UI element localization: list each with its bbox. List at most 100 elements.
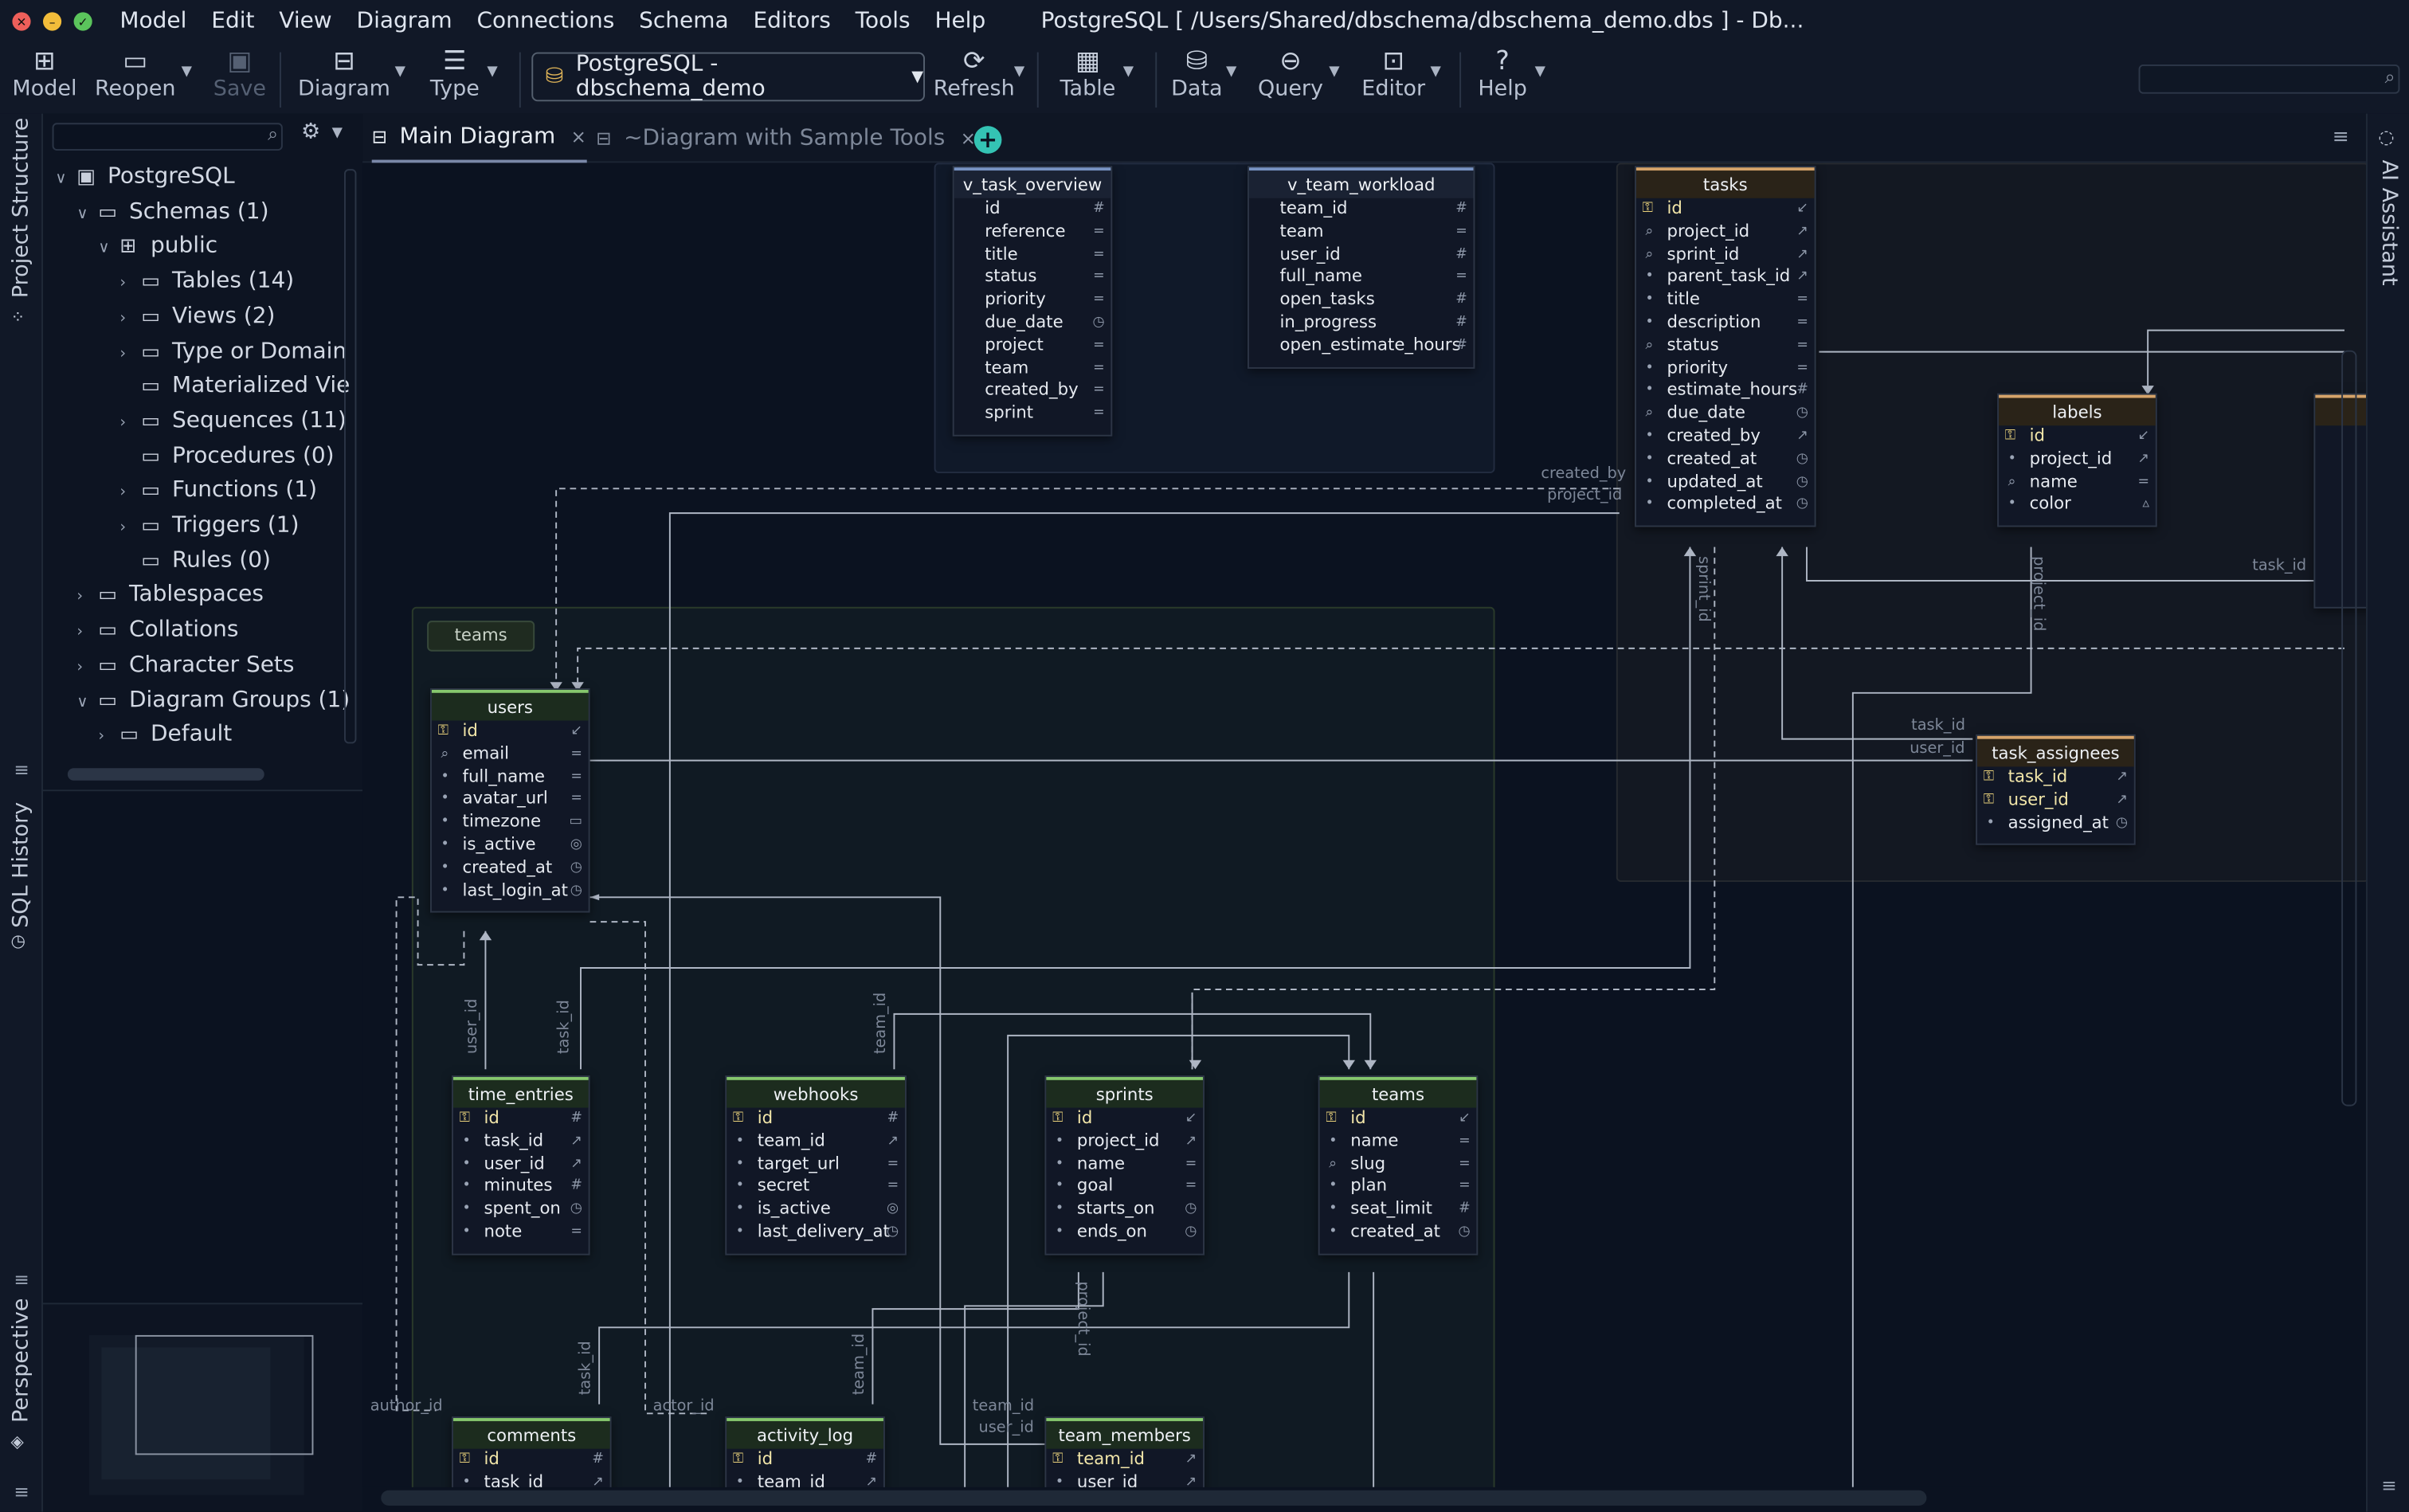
menu-connections[interactable]: Connections bbox=[476, 10, 614, 34]
entity-column[interactable]: • timezone ▭ bbox=[432, 812, 589, 835]
entity-column[interactable]: title = bbox=[954, 244, 1111, 267]
tree-arrow-icon[interactable]: ∨ bbox=[55, 163, 76, 196]
type-button[interactable]: ☰ Type bbox=[427, 43, 482, 114]
tree-item[interactable]: › ▭ Sequences (11) bbox=[119, 404, 346, 437]
entity-column[interactable]: • spent_on ◷ bbox=[453, 1199, 589, 1222]
query-dropdown-icon[interactable]: ▼ bbox=[1329, 65, 1339, 80]
tree-arrow-icon[interactable]: ∨ bbox=[98, 233, 119, 266]
entity-column[interactable]: team = bbox=[954, 358, 1111, 381]
refresh-button[interactable]: ⟳ Refresh bbox=[931, 43, 1017, 114]
tab-sample-tools[interactable]: ⊟ ~Diagram with Sample Tools × bbox=[596, 114, 976, 163]
entity-column[interactable]: ⌕ project_id ↗ bbox=[1636, 221, 1815, 244]
entity-teams[interactable]: teams ⚿ id ↙ • name = ⌕ slug = • plan = • seat_limit #… bbox=[1318, 1075, 1479, 1255]
entity-column[interactable]: ⌕ sprint_id ↗ bbox=[1636, 244, 1815, 267]
tree-item[interactable]: ▭ Procedures (0) bbox=[119, 439, 334, 472]
entity-column[interactable]: full_name = bbox=[1249, 266, 1474, 289]
entity-column[interactable]: team = bbox=[1249, 221, 1474, 244]
entity-webhooks[interactable]: webhooks ⚿ id # • team_id ↗ • target_url = • secre… bbox=[725, 1075, 907, 1255]
model-button[interactable]: ⊞ Model bbox=[12, 43, 76, 114]
menu-diagram[interactable]: Diagram bbox=[357, 10, 452, 34]
entity-column[interactable]: due_date ◷ bbox=[954, 311, 1111, 335]
entity-column[interactable]: sprint = bbox=[954, 403, 1111, 426]
tree-item[interactable]: › ▭ Tablespaces bbox=[76, 578, 264, 612]
diagram-dropdown-icon[interactable]: ▼ bbox=[395, 65, 405, 80]
menu-model[interactable]: Model bbox=[119, 10, 186, 34]
tree-item[interactable]: › ▭ Triggers (1) bbox=[119, 508, 299, 542]
diagram-button[interactable]: ⊟ Diagram bbox=[298, 43, 390, 114]
tree-arrow-icon[interactable]: › bbox=[119, 303, 141, 336]
menu-icon[interactable]: ≡ bbox=[14, 759, 29, 781]
menu-icon[interactable]: ≡ bbox=[2381, 1475, 2396, 1496]
entity-column[interactable]: ⚿ id # bbox=[453, 1107, 589, 1130]
entity-task-assignees[interactable]: task_assignees ⚿ task_id ↗ ⚿ user_id ↗ • assign… bbox=[1976, 734, 2136, 846]
canvas-horizontal-scrollbar[interactable] bbox=[381, 1490, 1927, 1506]
data-dropdown-icon[interactable]: ▼ bbox=[1226, 65, 1236, 80]
entity-column[interactable]: reference = bbox=[954, 221, 1111, 244]
tree-item[interactable]: ∨ ⊞ public bbox=[98, 229, 217, 263]
tree-search-input[interactable]: ⌕ bbox=[52, 123, 283, 151]
tree-arrow-icon[interactable]: › bbox=[76, 582, 98, 615]
diagram-canvas[interactable]: teams created_by project_id sprint_id pr… bbox=[362, 163, 2366, 1487]
tree-item[interactable]: › ▭ Collations bbox=[76, 613, 238, 647]
entity-column[interactable]: • project_id ↗ bbox=[1046, 1130, 1203, 1154]
entity-column[interactable]: open_tasks # bbox=[1249, 289, 1474, 312]
entity-column[interactable]: • target_url = bbox=[727, 1154, 905, 1177]
entity-column[interactable]: • description = bbox=[1636, 311, 1815, 335]
tree-arrow-icon[interactable]: › bbox=[119, 337, 141, 370]
entity-column[interactable]: ⚿ id # bbox=[453, 1449, 610, 1472]
entity-column[interactable]: ⌕ status = bbox=[1636, 335, 1815, 358]
gear-dropdown-icon[interactable]: ▼ bbox=[332, 126, 343, 141]
global-search-input[interactable]: ⌕ bbox=[2138, 64, 2400, 94]
entity-column[interactable]: ⚿ task_id ↗ bbox=[1977, 766, 2134, 789]
menu-help[interactable]: Help bbox=[934, 10, 985, 34]
close-tab-icon[interactable]: × bbox=[571, 126, 586, 147]
project-structure-tab[interactable]: Project Structure bbox=[10, 118, 34, 299]
entity-column[interactable]: team_id # bbox=[1249, 198, 1474, 221]
tree-arrow-icon[interactable]: › bbox=[98, 721, 119, 754]
entity-column[interactable]: • title = bbox=[1636, 289, 1815, 312]
entity-column[interactable]: ⚿ id # bbox=[727, 1107, 905, 1130]
entity-column[interactable]: created_by = bbox=[954, 380, 1111, 403]
entity-column[interactable]: status = bbox=[954, 266, 1111, 289]
entity-column[interactable]: • is_active ◎ bbox=[727, 1199, 905, 1222]
entity-column[interactable]: ⚿ team_id ↗ bbox=[1046, 1449, 1203, 1472]
sql-history-tab[interactable]: SQL History bbox=[10, 802, 34, 928]
entity-column[interactable]: • created_by ↗ bbox=[1636, 425, 1815, 449]
entity-column[interactable]: • created_at ◷ bbox=[1320, 1221, 1477, 1244]
entity-column[interactable]: ⚿ id ↙ bbox=[1320, 1107, 1477, 1130]
tab-main-diagram[interactable]: ⊟ Main Diagram × bbox=[371, 114, 586, 163]
table-button[interactable]: ▦ Table bbox=[1054, 43, 1122, 114]
tree-item[interactable]: ∨ ▣ PostgreSQL bbox=[55, 160, 234, 194]
entity-column[interactable]: ⚿ id ↙ bbox=[432, 720, 589, 743]
entity-column[interactable]: • note = bbox=[453, 1221, 589, 1244]
entity-column[interactable]: • name = bbox=[1320, 1130, 1477, 1154]
entity-column[interactable]: ⌕ slug = bbox=[1320, 1154, 1477, 1177]
tree-item[interactable]: › ▭ Type or Domain bbox=[119, 334, 347, 367]
entity-column[interactable]: • assigned_at ◷ bbox=[1977, 812, 2134, 835]
gear-icon[interactable]: ⚙ bbox=[301, 119, 320, 144]
tree-arrow-icon[interactable]: › bbox=[76, 651, 98, 684]
entity-column[interactable]: in_progress # bbox=[1249, 311, 1474, 335]
entity-column[interactable]: ⌕ name = bbox=[1999, 471, 2156, 494]
add-tab-icon[interactable]: + bbox=[973, 126, 1002, 154]
entity-column[interactable]: • ends_on ◷ bbox=[1046, 1221, 1203, 1244]
entity-column[interactable]: • estimate_hours # bbox=[1636, 380, 1815, 403]
entity-column[interactable]: priority = bbox=[954, 289, 1111, 312]
entity-v-task-overview[interactable]: v_task_overview id # reference = title = statu… bbox=[952, 166, 1113, 437]
menu-editors[interactable]: Editors bbox=[753, 10, 830, 34]
menu-edit[interactable]: Edit bbox=[211, 10, 254, 34]
entity-column[interactable]: ⌕ due_date ◷ bbox=[1636, 403, 1815, 426]
tree-arrow-icon[interactable]: › bbox=[119, 511, 141, 545]
entity-column[interactable]: • color ▵ bbox=[1999, 494, 2156, 517]
entity-column[interactable]: • avatar_url = bbox=[432, 789, 589, 812]
entity-column[interactable]: • starts_on ◷ bbox=[1046, 1199, 1203, 1222]
entity-time-entries[interactable]: time_entries ⚿ id # • task_id ↗ • user_id ↗ • minu… bbox=[451, 1075, 590, 1255]
menu-view[interactable]: View bbox=[279, 10, 331, 34]
save-button[interactable]: ▣ Save bbox=[212, 43, 267, 114]
perspective-tab[interactable]: Perspective bbox=[10, 1298, 34, 1422]
entity-column[interactable]: ⚿ id ↙ bbox=[1636, 198, 1815, 221]
entity-column[interactable]: • plan = bbox=[1320, 1176, 1477, 1199]
tree-item[interactable]: ▭ Rules (0) bbox=[119, 543, 271, 577]
reopen-button[interactable]: ▭ Reopen bbox=[95, 43, 176, 114]
refresh-dropdown-icon[interactable]: ▼ bbox=[1014, 65, 1024, 80]
